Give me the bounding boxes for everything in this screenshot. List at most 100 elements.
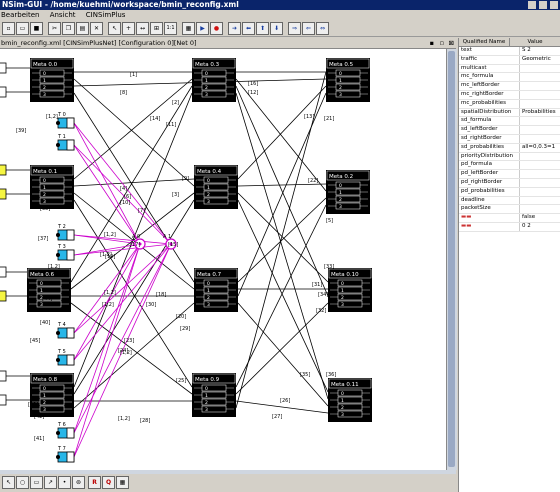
- property-value[interactable]: [520, 170, 560, 178]
- arc-line[interactable]: [73, 199, 193, 388]
- vertical-scrollbar[interactable]: [446, 49, 457, 470]
- q-button[interactable]: Q: [102, 476, 115, 489]
- property-row[interactable]: mc_leftBorder: [459, 82, 560, 91]
- flow-right-icon[interactable]: ⇒: [288, 22, 301, 35]
- token-arc[interactable]: [73, 122, 172, 245]
- property-row[interactable]: mc_probabilities: [459, 99, 560, 109]
- paste-icon[interactable]: ▤: [76, 22, 89, 35]
- property-value[interactable]: [520, 73, 560, 81]
- source-node[interactable]: [0, 188, 7, 200]
- arc-line[interactable]: [237, 183, 327, 187]
- add-node-icon[interactable]: +: [122, 22, 135, 35]
- property-row[interactable]: ▬▬ 0 2: [459, 222, 560, 232]
- property-row[interactable]: priorityDistribution: [459, 152, 560, 162]
- new-file-icon[interactable]: ▫: [2, 22, 15, 35]
- source-node[interactable]: [0, 266, 7, 278]
- property-row[interactable]: traffic Geometric: [459, 55, 560, 65]
- token-arc[interactable]: [73, 243, 172, 434]
- tab-restore-icon[interactable]: ▪: [430, 38, 434, 48]
- property-value[interactable]: all=0,0.3=1: [520, 144, 560, 152]
- property-value[interactable]: 0 2: [520, 223, 560, 231]
- property-value[interactable]: [520, 205, 560, 213]
- layout-icon[interactable]: ⊞: [150, 22, 163, 35]
- network-diagram[interactable]: Meta 0.00123Meta 0.30123Meta 0.50123Meta…: [0, 49, 446, 470]
- network-canvas[interactable]: Meta 0.0 0 1 2 3 Meta 0.3 0 1 2 3 Meta 0.5 0 1 2 3 Meta…: [0, 49, 446, 470]
- menu-ansicht[interactable]: Ansicht: [50, 11, 76, 19]
- record-icon[interactable]: ●: [210, 22, 223, 35]
- property-row[interactable]: ▬▬ false: [459, 214, 560, 223]
- source-node[interactable]: [0, 86, 7, 98]
- move-left-icon[interactable]: ⬅: [242, 22, 255, 35]
- grid-icon[interactable]: ▦: [116, 476, 129, 489]
- arc-line[interactable]: [237, 197, 327, 283]
- token-arc[interactable]: [73, 234, 172, 245]
- property-row[interactable]: packetSize: [459, 205, 560, 215]
- source-node[interactable]: [0, 394, 7, 406]
- source-node[interactable]: [0, 370, 7, 382]
- arc-line[interactable]: [237, 92, 327, 297]
- property-value[interactable]: [520, 161, 560, 169]
- delete-icon[interactable]: ✕: [90, 22, 103, 35]
- source-node[interactable]: [0, 62, 7, 74]
- property-value[interactable]: [520, 117, 560, 125]
- source-node[interactable]: [0, 290, 7, 302]
- close-button[interactable]: [550, 1, 558, 9]
- move-down-icon[interactable]: ⬇: [270, 22, 283, 35]
- vertical-scroll-thumb[interactable]: [448, 51, 455, 467]
- property-row[interactable]: pd_rightBorder: [459, 178, 560, 188]
- move-up-icon[interactable]: ⬆: [256, 22, 269, 35]
- token-icon[interactable]: •: [58, 476, 71, 489]
- header-qualified-name[interactable]: Qualified Name: [459, 38, 510, 46]
- property-value[interactable]: false: [520, 214, 560, 222]
- tab-close-icon[interactable]: ⊠: [449, 38, 454, 48]
- property-row[interactable]: multicast: [459, 64, 560, 74]
- source-node[interactable]: [0, 164, 7, 176]
- property-value[interactable]: [520, 135, 560, 143]
- property-value[interactable]: [520, 100, 560, 108]
- property-row[interactable]: spatialDistribution Probabilities: [459, 108, 560, 118]
- property-value[interactable]: [520, 179, 560, 187]
- property-value[interactable]: [520, 82, 560, 90]
- property-row[interactable]: mc_formula: [459, 73, 560, 83]
- property-row[interactable]: pd_formula: [459, 161, 560, 171]
- arc-line[interactable]: [235, 71, 327, 409]
- property-value[interactable]: [520, 197, 560, 205]
- property-row[interactable]: pd_probabilities: [459, 187, 560, 197]
- property-row[interactable]: sd_formula: [459, 117, 560, 127]
- tile-icon[interactable]: ▦: [182, 22, 195, 35]
- token-arc[interactable]: [73, 243, 172, 256]
- property-row[interactable]: text S 2: [459, 47, 560, 56]
- header-value[interactable]: Value: [510, 38, 560, 46]
- property-value[interactable]: [520, 91, 560, 99]
- copy-icon[interactable]: ❐: [62, 22, 75, 35]
- transition-icon[interactable]: ▭: [30, 476, 43, 489]
- property-row[interactable]: sd_leftBorder: [459, 126, 560, 135]
- target-icon[interactable]: ⊚: [72, 476, 85, 489]
- open-folder-icon[interactable]: ▭: [16, 22, 29, 35]
- property-row[interactable]: sd_rightBorder: [459, 134, 560, 144]
- move-right-icon[interactable]: ➜: [228, 22, 241, 35]
- cut-icon[interactable]: ✂: [48, 22, 61, 35]
- property-value[interactable]: Geometric: [520, 56, 560, 64]
- property-row[interactable]: pd_leftBorder: [459, 170, 560, 179]
- property-value[interactable]: [520, 126, 560, 134]
- maximize-button[interactable]: [539, 1, 547, 9]
- property-row[interactable]: sd_probabilities all=0,0.3=1: [459, 143, 560, 153]
- token-arc[interactable]: [73, 144, 172, 245]
- property-row[interactable]: deadline: [459, 196, 560, 206]
- property-row[interactable]: mc_rightBorder: [459, 90, 560, 100]
- r-button[interactable]: R: [88, 476, 101, 489]
- document-tab[interactable]: bmin_reconfig.xml [CINSimPlusNet] [Confi…: [0, 38, 456, 49]
- link-icon[interactable]: ↔: [136, 22, 149, 35]
- token-arc[interactable]: [73, 122, 141, 245]
- token-arc[interactable]: [73, 243, 172, 361]
- property-value[interactable]: [520, 153, 560, 161]
- pointer-icon[interactable]: ↖: [2, 476, 15, 489]
- property-value[interactable]: [520, 65, 560, 73]
- step-forward-icon[interactable]: ▶: [196, 22, 209, 35]
- select-arrow-icon[interactable]: ↖: [108, 22, 121, 35]
- zoom-1-1-button[interactable]: 1:1: [164, 22, 177, 35]
- menu-cinsimplus[interactable]: CINSimPlus: [86, 11, 126, 19]
- arc-icon[interactable]: ↗: [44, 476, 57, 489]
- place-icon[interactable]: ○: [16, 476, 29, 489]
